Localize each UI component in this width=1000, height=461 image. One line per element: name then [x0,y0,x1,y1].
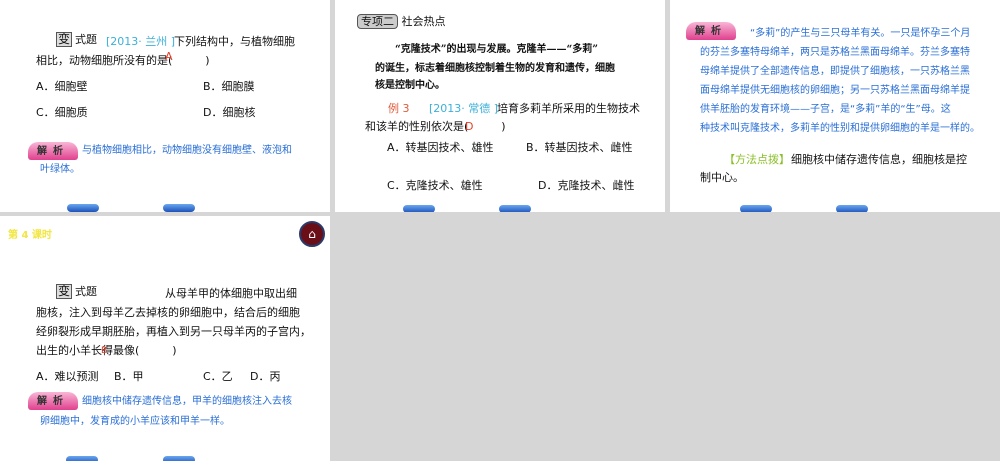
option-c: C．克隆技术、雄性 [387,179,483,192]
slide-4[interactable]: 第 4 课时 ⌂ 变式题 从母羊甲的体细胞中取出细 胞核，注入到母羊乙去掉核的卵… [0,216,330,461]
home-button[interactable]: ⌂ [299,221,325,247]
option-c: C．细胞质 [36,106,88,119]
question-line: 和该羊的性别依次是( ) [365,120,506,133]
analysis-line: 供羊胚胎的发育环境——子宫，是“多莉”羊的“生”母。这 [700,104,951,115]
analysis-badge: 解析 [28,142,78,160]
section-title: 社会热点 [401,15,446,28]
option-c: C．乙 [203,370,233,383]
answer-mark: A [165,50,173,63]
analysis-line: 面母绵羊提供无细胞核的卵细胞；另一只苏格兰黑面母绵羊提 [700,85,970,96]
tip-line: 制中心。 [700,171,744,184]
question-line: 相比，动物细胞所没有的是( ) [36,54,210,67]
option-a: A．细胞壁 [36,80,88,93]
label: 式题 [75,285,98,298]
option-d: D．细胞核 [203,106,256,119]
section-header: 专项二 社会热点 [357,12,446,32]
section-badge: 专项二 [357,14,398,29]
option-b: B．甲 [114,370,144,383]
home-icon: ⌂ [308,227,316,241]
analysis-line: 细胞核中储存遗传信息，甲羊的细胞核注入去核 [82,396,292,407]
option-a: A．转基因技术、雄性 [387,141,494,154]
nav-next-button[interactable] [836,205,868,212]
lesson-label: 第 4 课时 [8,230,52,241]
slide-2[interactable]: 专项二 社会热点 “克隆技术”的出现与发展。克隆羊——“多莉” 的诞生，标志着细… [335,0,665,212]
question-line: 胞核，注入到母羊乙去掉核的卵细胞中，结合后的细胞 [36,306,300,319]
nav-prev-button[interactable] [740,205,772,212]
bian-icon: 变 [56,284,73,299]
nav-next-button[interactable] [499,205,531,212]
source: [2013· 兰州 ] [106,35,176,48]
paragraph-line: “克隆技术”的出现与发展。克隆羊——“多莉” [395,44,599,55]
answer-mark: B [101,346,108,356]
nav-next-button[interactable] [163,204,195,212]
question-header: 变式题 [56,30,97,50]
question-line: 经卵裂形成早期胚胎，再植入到另一只母羊丙的子宫内， [36,325,311,338]
slide-3[interactable]: 解析 “多莉”的产生与三只母羊有关。一只是怀孕三个月 的芬兰多塞特母绵羊，两只是… [670,0,1000,212]
nav-prev-button[interactable] [67,204,99,212]
option-b: B．转基因技术、雌性 [526,141,633,154]
analysis-line: 的芬兰多塞特母绵羊，两只是苏格兰黑面母绵羊。芬兰多塞特 [700,47,970,58]
option-d: D．克隆技术、雌性 [538,179,635,192]
answer-mark: D [465,120,474,133]
tip-line: 细胞核中储存遗传信息，细胞核是控 [791,153,967,166]
label: 式题 [75,33,98,46]
analysis-line: 叶绿体。 [40,164,80,175]
analysis-line: 种技术叫克隆技术，多莉羊的性别和提供卵细胞的羊是一样的。 [700,123,980,134]
analysis-badge: 解析 [686,22,736,40]
source: [2013· 常德 ] [429,102,499,115]
slide-1[interactable]: 变式题 [2013· 兰州 ] 下列结构中，与植物细胞 相比，动物细胞所没有的是… [0,0,330,212]
question-line: 培育多莉羊所采用的生物技术 [497,102,640,115]
question-line: 下列结构中，与植物细胞 [174,35,295,48]
question-line: 从母羊甲的体细胞中取出细 [165,287,297,300]
paragraph-line: 核是控制中心。 [375,80,445,91]
analysis-line: 与植物细胞相比，动物细胞没有细胞壁、液泡和 [82,145,292,156]
bian-icon: 变 [56,32,73,47]
question-header: 变式题 [56,282,97,302]
analysis-line: 母绵羊提供了全部遗传信息，即提供了细胞核，一只苏格兰黑 [700,66,970,77]
example-label: 例 3 [388,102,410,115]
tip-label: 【方法点拨】 [724,153,790,166]
option-d: D．丙 [250,370,281,383]
nav-prev-button[interactable] [403,205,435,212]
analysis-line: “多莉”的产生与三只母羊有关。一只是怀孕三个月 [750,28,971,39]
analysis-badge: 解析 [28,392,78,410]
option-b: B．细胞膜 [203,80,255,93]
nav-prev-button[interactable] [66,456,98,461]
option-a: A．难以预测 [36,370,99,383]
nav-next-button[interactable] [163,456,195,461]
analysis-line: 卵细胞中，发育成的小羊应该和甲羊一样。 [40,416,230,427]
